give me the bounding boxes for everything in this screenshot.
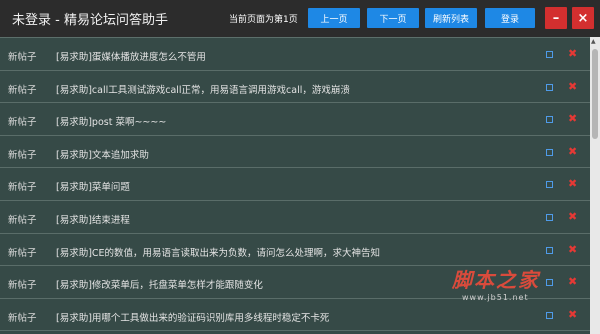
post-subject[interactable]: [易求助]post 菜啊~~~~ bbox=[56, 114, 166, 128]
post-tag: 新帖子 bbox=[8, 182, 37, 194]
post-tag: 新帖子 bbox=[8, 84, 37, 96]
post-subject[interactable]: [易求助]文本追加求助 bbox=[56, 147, 149, 161]
scroll-thumb[interactable] bbox=[592, 49, 598, 139]
post-subject[interactable]: [易求助]用哪个工具做出来的验证码识别库用多线程时稳定不卡死 bbox=[56, 310, 329, 324]
watermark-logo: 脚本之家 bbox=[452, 268, 540, 292]
delete-x-icon[interactable]: ✖ bbox=[568, 177, 577, 190]
watermark-url: www.jb51.net bbox=[462, 293, 529, 302]
scroll-up-icon[interactable]: ▲ bbox=[591, 38, 596, 45]
next-page-button[interactable]: 下一页 bbox=[367, 8, 419, 28]
post-subject[interactable]: [易求助]菜单问题 bbox=[56, 179, 130, 193]
login-button[interactable]: 登录 bbox=[485, 8, 535, 28]
post-tag: 新帖子 bbox=[8, 247, 37, 259]
refresh-list-button[interactable]: 刷新列表 bbox=[425, 8, 477, 28]
minimize-button[interactable]: – bbox=[545, 7, 567, 29]
open-square-icon[interactable] bbox=[546, 51, 553, 58]
open-square-icon[interactable] bbox=[546, 246, 553, 254]
title-bar: 未登录 - 精易论坛问答助手 当前页面为第1页 上一页 下一页 刷新列表 登录 … bbox=[0, 0, 600, 37]
post-subject[interactable]: [易求助]结束进程 bbox=[56, 212, 130, 226]
delete-x-icon[interactable]: ✖ bbox=[568, 47, 577, 60]
watermark: 脚本之家 www.jb51.net bbox=[452, 264, 582, 324]
post-row[interactable]: 新帖子 [易求助]菜单问题 ✖ bbox=[0, 168, 590, 201]
delete-x-icon[interactable]: ✖ bbox=[568, 210, 577, 223]
open-square-icon[interactable] bbox=[546, 83, 553, 91]
post-row[interactable]: 新帖子 [易求助]CE的数值，用易语言读取出来为负数，请问怎么处理啊，求大神告知… bbox=[0, 234, 590, 267]
window-title: 未登录 - 精易论坛问答助手 bbox=[12, 13, 168, 28]
delete-x-icon[interactable]: ✖ bbox=[568, 243, 577, 256]
post-tag: 新帖子 bbox=[8, 312, 37, 324]
prev-page-button[interactable]: 上一页 bbox=[308, 8, 360, 28]
post-row[interactable]: 新帖子 [易求助]文本追加求助 ✖ bbox=[0, 136, 590, 169]
open-square-icon[interactable] bbox=[546, 213, 553, 221]
post-row[interactable]: 新帖子 [易求助]post 菜啊~~~~ ✖ bbox=[0, 103, 590, 136]
post-subject[interactable]: [易求助]修改菜单后，托盘菜单怎样才能跟随变化 bbox=[56, 277, 263, 291]
post-tag: 新帖子 bbox=[8, 117, 37, 129]
open-square-icon[interactable] bbox=[546, 148, 553, 156]
post-subject[interactable]: [易求助]蛋媒体播放进度怎么不管用 bbox=[56, 49, 206, 63]
page-indicator: 当前页面为第1页 bbox=[229, 15, 298, 25]
delete-x-icon[interactable]: ✖ bbox=[568, 145, 577, 158]
post-tag: 新帖子 bbox=[8, 52, 37, 63]
post-row[interactable]: 新帖子 [易求助]call工具测试游戏call正常，用易语言调用游戏call，游… bbox=[0, 71, 590, 104]
post-subject[interactable]: [易求助]call工具测试游戏call正常，用易语言调用游戏call，游戏崩溃 bbox=[56, 82, 350, 96]
delete-x-icon[interactable]: ✖ bbox=[568, 112, 577, 125]
post-tag: 新帖子 bbox=[8, 280, 37, 292]
open-square-icon[interactable] bbox=[546, 116, 553, 124]
post-row[interactable]: 新帖子 [易求助]蛋媒体播放进度怎么不管用 ✖ bbox=[0, 38, 590, 71]
vertical-scrollbar[interactable]: ▲ bbox=[590, 37, 600, 334]
post-row[interactable]: 新帖子 [易求助]结束进程 ✖ bbox=[0, 201, 590, 234]
delete-x-icon[interactable]: ✖ bbox=[568, 80, 577, 93]
post-tag: 新帖子 bbox=[8, 149, 37, 161]
open-square-icon[interactable] bbox=[546, 181, 553, 189]
post-subject[interactable]: [易求助]CE的数值，用易语言读取出来为负数，请问怎么处理啊，求大神告知 bbox=[56, 245, 380, 259]
post-tag: 新帖子 bbox=[8, 214, 37, 226]
close-button[interactable]: × bbox=[572, 7, 594, 29]
